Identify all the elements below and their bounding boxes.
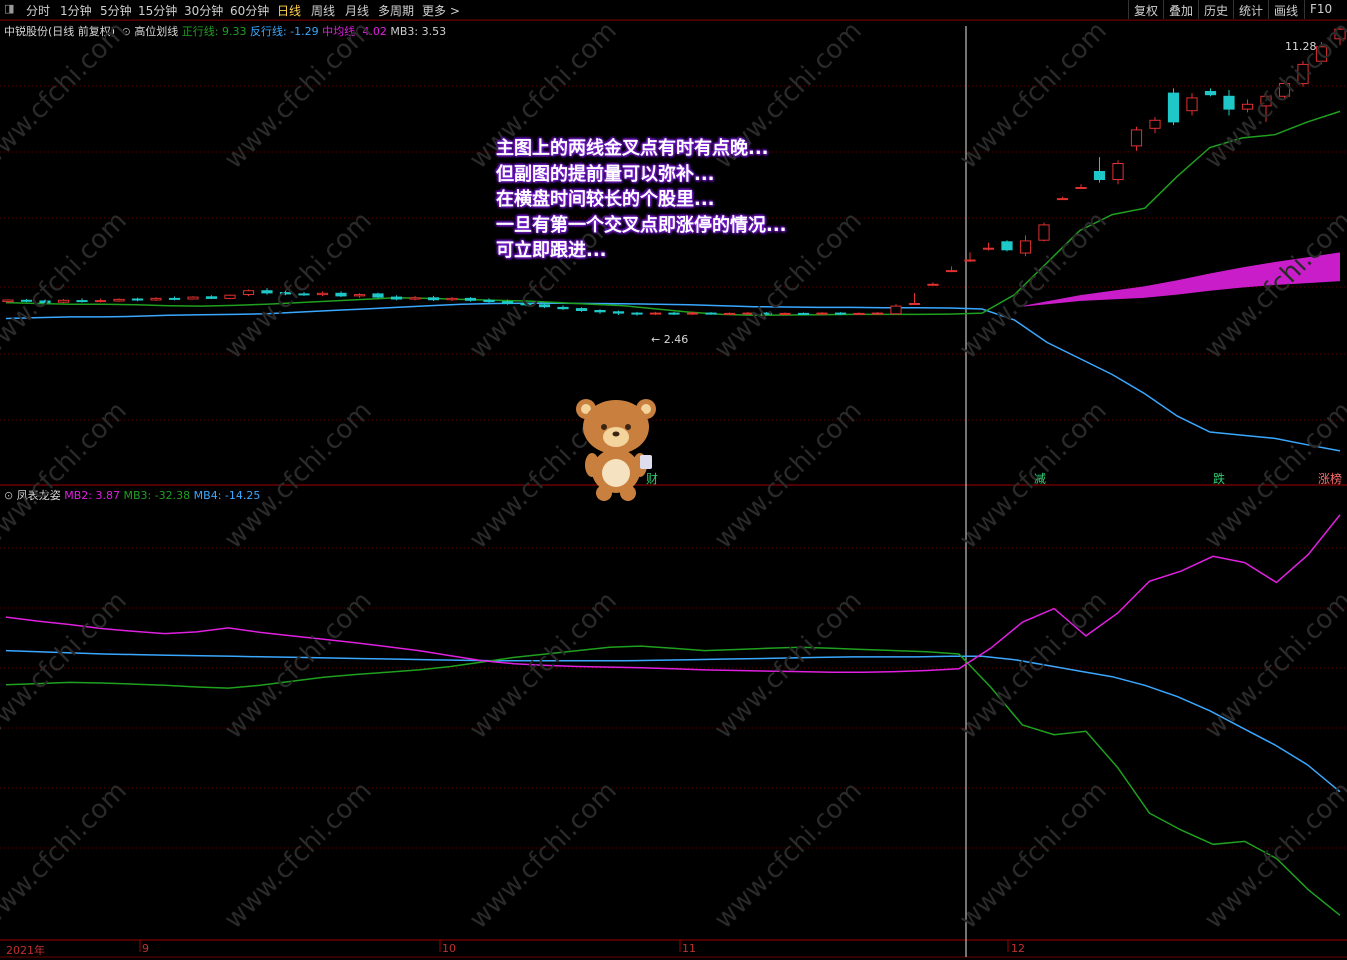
- mb3-line: [5, 645, 1341, 916]
- candle-body: [612, 311, 625, 314]
- candle-body: [353, 294, 366, 297]
- candle-body: [1038, 224, 1050, 241]
- low-price-value: 2.46: [663, 333, 689, 346]
- date-label-dec: 12: [1011, 942, 1025, 955]
- candle-body: [686, 312, 699, 315]
- annotation-line-2: 在横盘时间较长的个股里...: [496, 189, 715, 210]
- watermark-text: www.cfchi.com: [1199, 776, 1347, 935]
- annotation-line-1: 但副图的提前量可以弥补...: [496, 163, 715, 185]
- watermark-text: www.cfchi.com: [954, 586, 1113, 745]
- candle-body: [57, 299, 70, 303]
- watermark-text: www.cfchi.com: [464, 586, 623, 745]
- watermark-text: www.cfchi.com: [709, 776, 868, 935]
- candle-body: [649, 312, 662, 315]
- candle-body: [631, 312, 643, 315]
- candle-body: [575, 308, 588, 312]
- candle-body: [1001, 241, 1013, 251]
- high-price-label: 11.28: [1285, 40, 1317, 53]
- candle-body: [1130, 129, 1143, 147]
- candle-body: [908, 303, 921, 305]
- watermark-text: www.cfchi.com: [954, 206, 1113, 365]
- candle-body: [187, 296, 199, 300]
- candle-body: [1186, 97, 1198, 112]
- fanxingxian-line: [5, 302, 1341, 452]
- watermark-text: www.cfchi.com: [0, 206, 133, 365]
- candle-body: [2, 299, 14, 303]
- candle-body: [390, 296, 403, 300]
- date-label-nov: 11: [682, 942, 696, 955]
- candle-body: [1075, 187, 1087, 189]
- candle-body: [816, 312, 828, 315]
- annotation-line-4: 可立即跟进...: [496, 240, 607, 261]
- candle-body: [242, 290, 255, 296]
- candle-body: [594, 310, 606, 313]
- date-label-oct: 10: [442, 942, 456, 955]
- annotation-text: 主图上的两线金叉点有时有点晚... 但副图的提前量可以弥补... 在横盘时间较长的个…: [496, 136, 787, 264]
- candle-body: [1223, 95, 1235, 110]
- candle-body: [1149, 119, 1161, 129]
- candle-body: [705, 312, 717, 315]
- candle-body: [834, 312, 847, 315]
- candle-body: [557, 306, 569, 310]
- candle-body: [797, 312, 810, 315]
- date-label-sep: 9: [142, 942, 149, 955]
- candle-body: [964, 259, 976, 262]
- date-label-year: 2021年: [6, 944, 45, 957]
- watermark-text: www.cfchi.com: [0, 776, 133, 935]
- candle-body: [1056, 198, 1069, 201]
- bear-mascot-image: [576, 399, 656, 501]
- signal-die: 跌: [1213, 472, 1226, 486]
- candle-body: [464, 297, 477, 301]
- signal-jian: 减: [1034, 472, 1047, 486]
- candle-body: [131, 298, 144, 301]
- mb4-line: [5, 649, 1341, 793]
- candle-body: [779, 312, 791, 315]
- candle-body: [668, 312, 680, 315]
- candle-body: [224, 294, 236, 299]
- candle-body: [871, 312, 884, 315]
- watermark-text: www.cfchi.com: [0, 396, 133, 555]
- candle-body: [982, 247, 995, 250]
- candle-body: [409, 297, 421, 300]
- watermark-text: www.cfchi.com: [219, 586, 378, 745]
- signal-zhangbang: 涨榜: [1318, 472, 1343, 486]
- candle-body: [1204, 91, 1217, 96]
- candle-body: [927, 283, 939, 286]
- watermark-text: www.cfchi.com: [464, 776, 623, 935]
- candle-body: [94, 300, 107, 303]
- low-price-label: ← 2.46: [651, 333, 689, 346]
- candle-body: [427, 297, 440, 301]
- candle-body: [945, 270, 958, 273]
- candle-body: [853, 312, 865, 315]
- candle-body: [76, 300, 88, 303]
- candle-body: [1093, 171, 1106, 180]
- watermark-text: www.cfchi.com: [219, 776, 378, 935]
- candle-body: [446, 297, 458, 301]
- watermark-text: www.cfchi.com: [219, 206, 378, 365]
- annotation-line-3: 一旦有第一个交叉点即涨停的情况...: [496, 214, 787, 236]
- watermark-text: www.cfchi.com: [0, 16, 133, 175]
- candle-body: [150, 297, 162, 301]
- candle-body: [1112, 163, 1124, 180]
- watermark-text: www.cfchi.com: [1199, 16, 1347, 175]
- watermark-text: www.cfchi.com: [0, 586, 133, 745]
- watermark-text: www.cfchi.com: [219, 396, 378, 555]
- candle-body: [1019, 240, 1032, 254]
- watermark-text: www.cfchi.com: [1199, 586, 1347, 745]
- candle-body: [113, 298, 125, 302]
- candle-body: [723, 312, 736, 315]
- candle-body: [483, 299, 495, 303]
- candle-body: [1167, 92, 1180, 123]
- candle-body: [205, 296, 218, 299]
- candle-body: [168, 297, 181, 300]
- annotation-line-0: 主图上的两线金叉点有时有点晚...: [496, 138, 769, 159]
- watermark-text: www.cfchi.com: [219, 16, 378, 175]
- candle-body: [335, 292, 347, 297]
- watermark-text: www.cfchi.com: [709, 586, 868, 745]
- watermark-text: www.cfchi.com: [954, 16, 1113, 175]
- watermark-text: www.cfchi.com: [954, 776, 1113, 935]
- candle-body: [372, 293, 384, 298]
- candle-body: [890, 305, 902, 315]
- candle-body: [316, 292, 329, 296]
